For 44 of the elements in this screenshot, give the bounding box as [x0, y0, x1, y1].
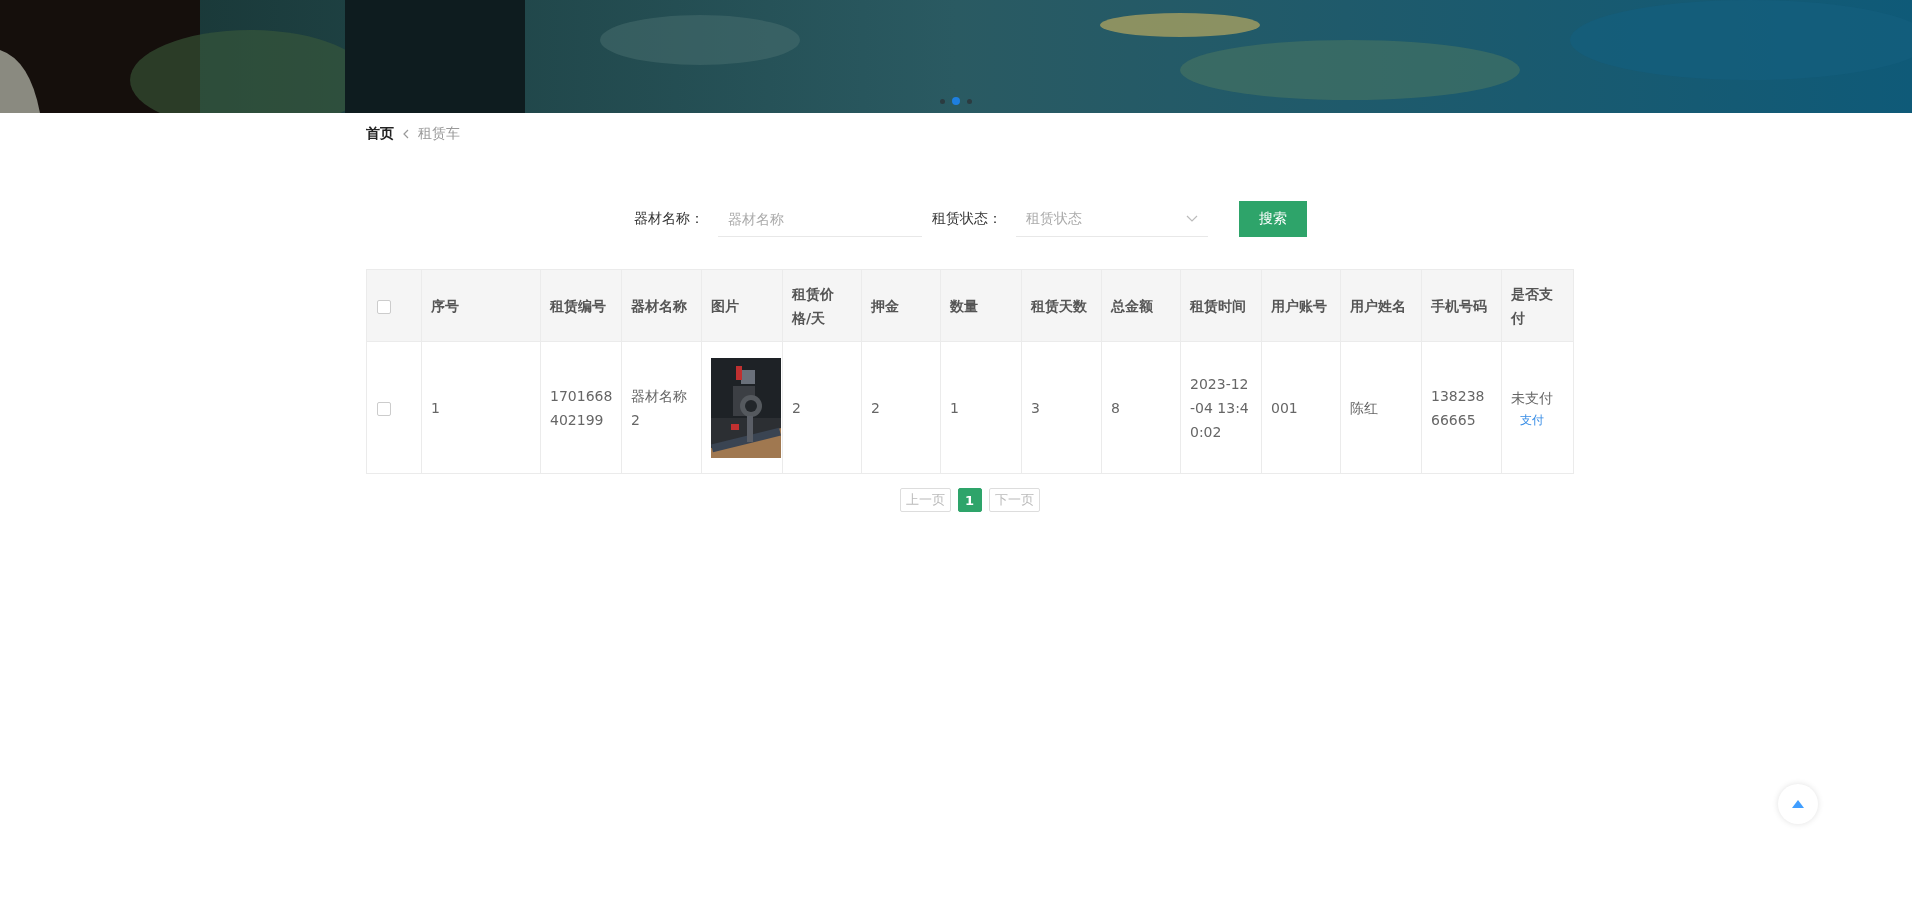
back-to-top-button[interactable]: [1778, 784, 1818, 824]
breadcrumb-link[interactable]: 首页: [366, 125, 394, 143]
table-cell: 2: [861, 341, 941, 474]
search-button[interactable]: 搜索: [1239, 201, 1307, 237]
column-header: 租赁天数: [1021, 269, 1102, 342]
column-header: 租赁价格/天: [782, 269, 862, 342]
table-cell: 001: [1261, 341, 1341, 474]
checkbox[interactable]: [377, 299, 391, 314]
column-header: 用户姓名: [1340, 269, 1422, 342]
triangle-up-icon: [1792, 800, 1804, 808]
checkbox[interactable]: [377, 401, 391, 416]
carousel-dot[interactable]: [952, 97, 960, 105]
column-header: 押金: [861, 269, 941, 342]
column-header: 用户账号: [1261, 269, 1341, 342]
table-cell: 2023-12-04 13:40:02: [1180, 341, 1262, 474]
carousel-dot[interactable]: [967, 98, 972, 104]
field-label: 器材名称：: [634, 210, 704, 228]
column-header: 序号: [421, 269, 541, 342]
table-cell: 2: [782, 341, 862, 474]
column-header: 图片: [701, 269, 783, 342]
select-field[interactable]: 租赁状态: [1016, 201, 1208, 237]
column-header: 总金额: [1101, 269, 1181, 342]
table-cell: 1: [940, 341, 1022, 474]
table-cell: 3: [1021, 341, 1102, 474]
payment-status: 未支付: [1511, 388, 1553, 408]
column-header: 租赁编号: [540, 269, 622, 342]
breadcrumb-current: 租赁车: [418, 125, 460, 143]
column-header: 是否支付: [1501, 269, 1574, 342]
table-cell: 器材名称2: [621, 341, 702, 474]
column-header: 手机号码: [1421, 269, 1502, 342]
page-button[interactable]: 1: [957, 488, 982, 512]
table-cell: 1: [421, 341, 541, 474]
chevron-down-icon: [1186, 214, 1198, 223]
carousel-dot[interactable]: [940, 98, 945, 104]
table-cell: 13823866665: [1421, 341, 1502, 474]
chevron-icon: [402, 129, 410, 139]
column-header: 数量: [940, 269, 1022, 342]
table-cell: 8: [1101, 341, 1181, 474]
column-header: 器材名称: [621, 269, 702, 342]
column-header: 租赁时间: [1180, 269, 1262, 342]
pay-link[interactable]: 支付: [1520, 409, 1544, 430]
table-cell: 陈红: [1340, 341, 1422, 474]
table-cell: 1701668402199: [540, 341, 622, 474]
field-label: 租赁状态：: [932, 210, 1002, 228]
